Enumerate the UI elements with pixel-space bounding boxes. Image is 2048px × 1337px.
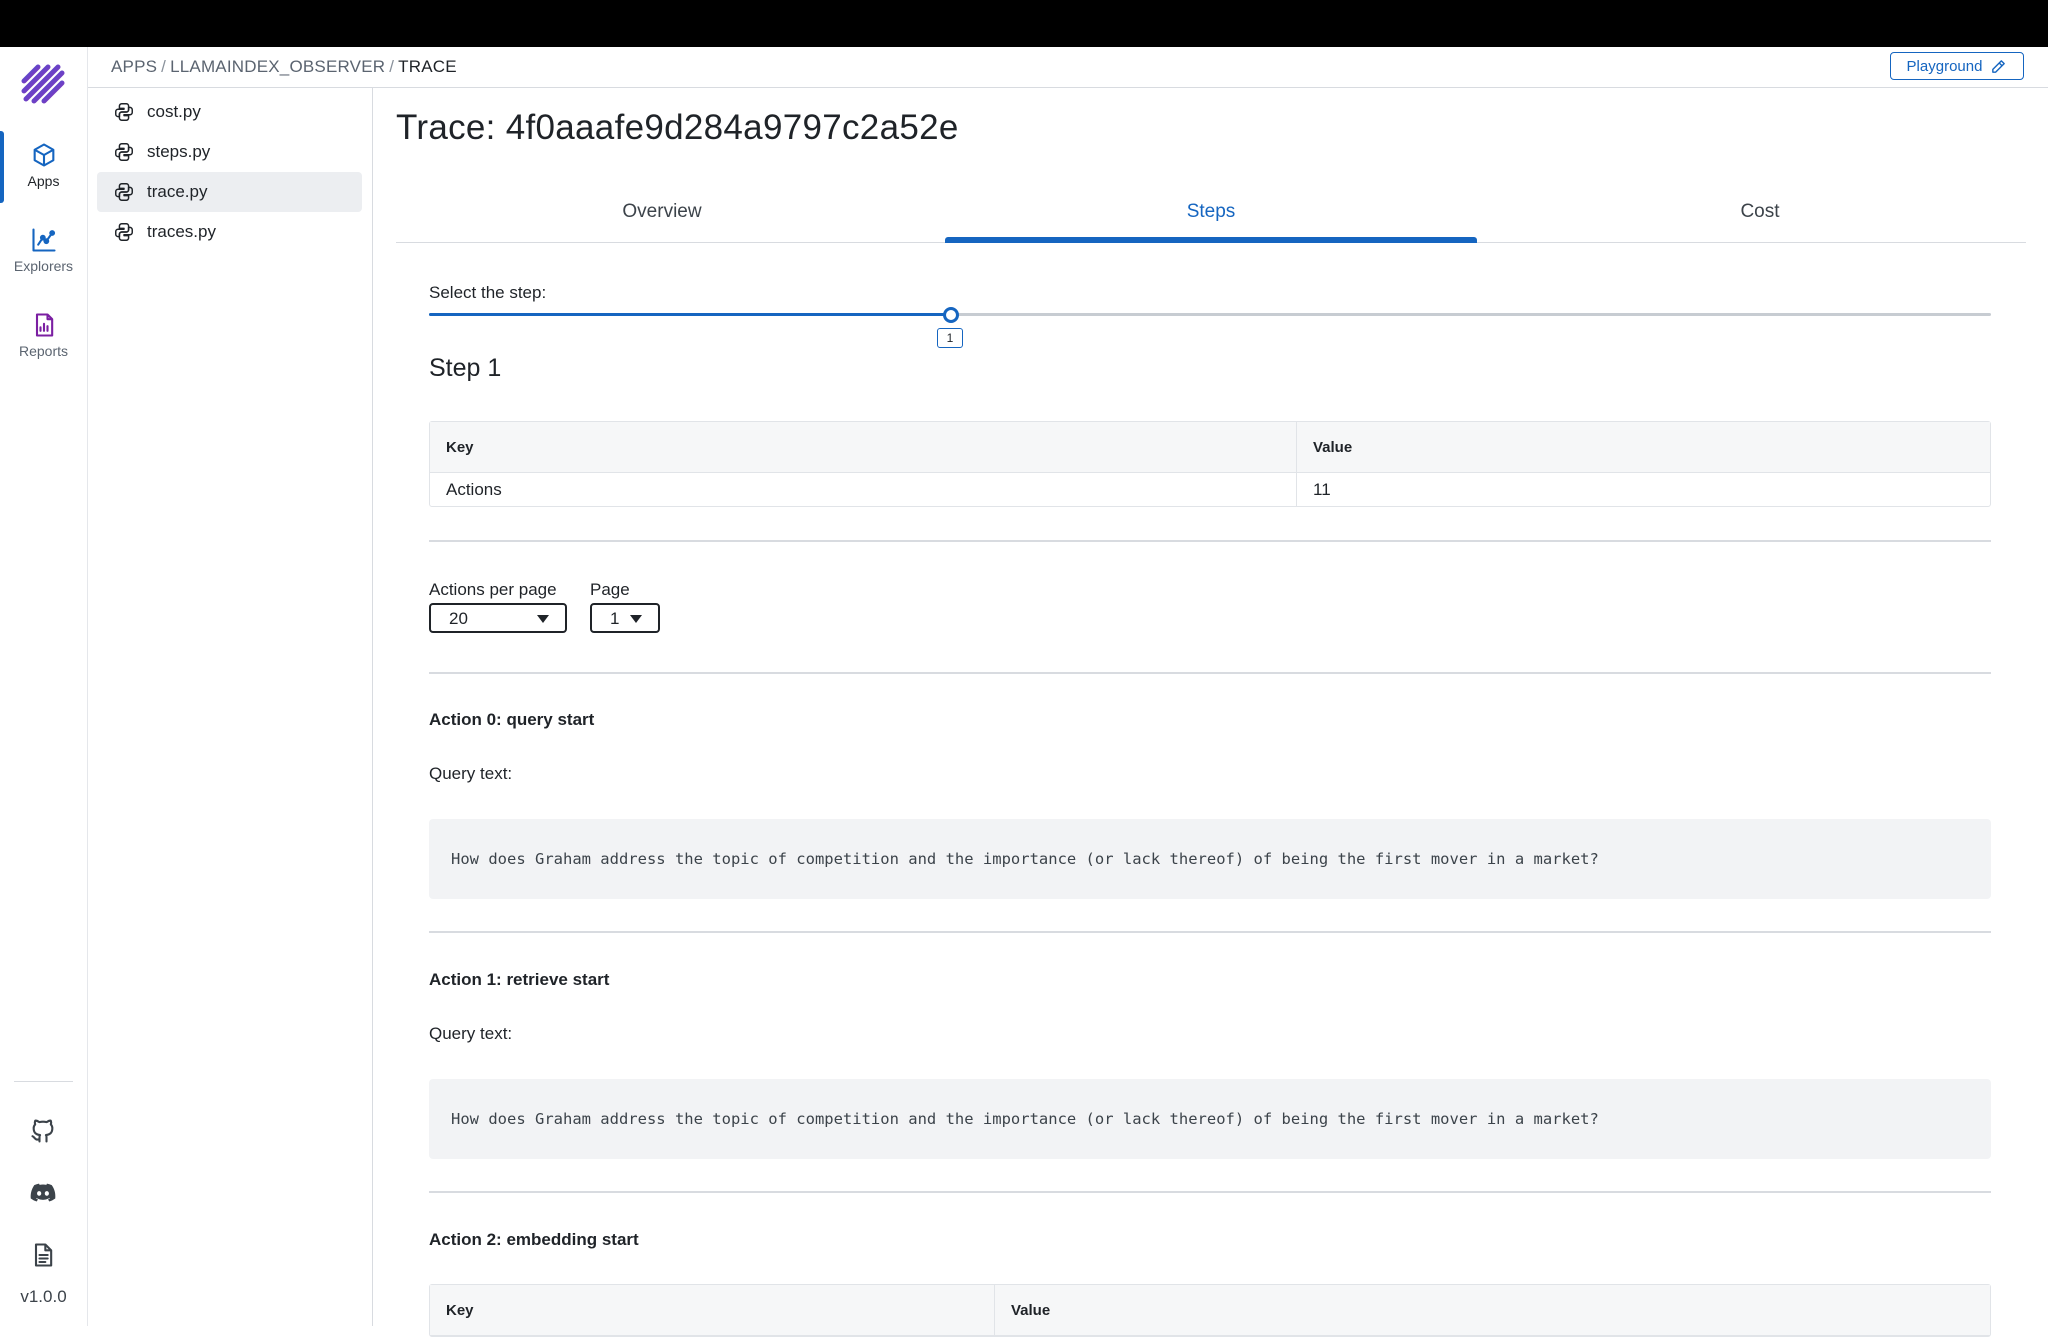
file-item-trace[interactable]: trace.py [97,172,362,212]
tab-overview[interactable]: Overview [396,190,928,242]
rail-item-explorers[interactable]: Explorers [0,216,87,294]
chart-line-icon [31,228,56,252]
page-title: Trace: 4f0aaafe9d284a9797c2a52e [396,108,959,147]
rail-item-label: Explorers [13,258,74,274]
version-label: v1.0.0 [20,1287,67,1306]
python-icon [115,183,133,201]
divider [429,1191,1991,1193]
playground-label: Playground [1906,57,1983,75]
table-cell-value: 11 [1313,479,1331,499]
query-text: How does Graham address the topic of com… [451,1110,1599,1128]
step-slider[interactable]: 1 [429,307,1991,353]
slider-value-label: 1 [937,328,963,348]
action-title: Action 1: retrieve start [429,970,610,989]
action-title: Action 2: embedding start [429,1230,639,1249]
step-selector-label: Select the step: [429,283,547,302]
file-name: steps.py [147,142,211,161]
app-logo-icon[interactable] [20,63,66,109]
discord-icon[interactable] [29,1179,57,1207]
file-sidebar: cost.py steps.py trace.py traces.py [88,88,373,1326]
page-value: 1 [610,609,620,628]
file-item-traces[interactable]: traces.py [97,212,362,252]
tab-bar: Overview Steps Cost [396,190,2026,243]
rail-item-label: Reports [18,343,69,359]
breadcrumb: APPS / LLAMAINDEX_OBSERVER / TRACE [111,57,457,77]
query-code-block: How does Graham address the topic of com… [429,819,1991,899]
column-header-key: Key [430,1285,995,1336]
python-icon [115,143,133,161]
rail-divider [14,1081,73,1082]
breadcrumb-current: TRACE [398,57,457,76]
rail-item-label: Apps [27,173,60,189]
step-table: Key Value Actions 11 [429,421,1991,507]
step-heading: Step 1 [429,354,502,382]
file-item-cost[interactable]: cost.py [97,92,362,132]
document-icon[interactable] [29,1241,57,1269]
actions-per-page-select[interactable]: 20 [429,603,567,633]
page-label: Page [590,580,630,599]
table-cell-key: Actions [430,473,1297,506]
chevron-down-icon [537,615,549,623]
python-icon [115,223,133,241]
query-text: How does Graham address the topic of com… [451,850,1599,868]
column-header-key: Key [430,422,1297,473]
breadcrumb-apps[interactable]: APPS [111,57,157,76]
divider [429,931,1991,933]
rail-item-apps[interactable]: Apps [0,131,87,209]
divider [429,672,1991,674]
chevron-down-icon [630,615,642,623]
table-row: Actions 11 [430,473,1990,506]
github-icon[interactable] [29,1117,57,1145]
cube-icon [33,143,54,167]
file-name: cost.py [147,102,201,121]
breadcrumb-separator: / [161,57,167,76]
column-header-value: Value [995,1285,1990,1336]
query-code-block: How does Graham address the topic of com… [429,1079,1991,1159]
divider [429,540,1991,542]
actions-per-page-label: Actions per page [429,580,557,599]
window-top-bar [0,0,2048,47]
query-text-label: Query text: [429,764,513,783]
action-table: Key Value [429,1284,1991,1337]
breadcrumb-app-name[interactable]: LLAMAINDEX_OBSERVER [170,57,385,76]
tab-cost[interactable]: Cost [1494,190,2026,242]
file-name: traces.py [147,222,216,241]
report-icon [35,313,53,337]
breadcrumb-separator: / [389,57,395,76]
action-title: Action 0: query start [429,710,595,729]
main-content: Trace: 4f0aaafe9d284a9797c2a52e Overview… [373,88,2048,1337]
header-bar: APPS / LLAMAINDEX_OBSERVER / TRACE Playgroun… [88,47,2048,88]
file-name: trace.py [147,182,208,201]
tab-steps[interactable]: Steps [945,190,1477,243]
left-rail: Apps Explorers Reports v1.0.0 [0,47,88,1326]
rail-item-reports[interactable]: Reports [0,301,87,379]
slider-thumb[interactable] [943,307,959,323]
slider-fill [429,313,951,316]
playground-button[interactable]: Playground [1890,52,2024,80]
file-item-steps[interactable]: steps.py [97,132,362,172]
table-header-row: Key Value [430,422,1990,473]
query-text-label: Query text: [429,1024,513,1043]
column-header-value: Value [1297,422,1990,473]
table-header-row: Key Value [430,1285,1990,1336]
page-select[interactable]: 1 [590,603,660,633]
pencil-icon [1992,59,2006,73]
actions-per-page-value: 20 [449,609,468,628]
python-icon [115,103,133,121]
